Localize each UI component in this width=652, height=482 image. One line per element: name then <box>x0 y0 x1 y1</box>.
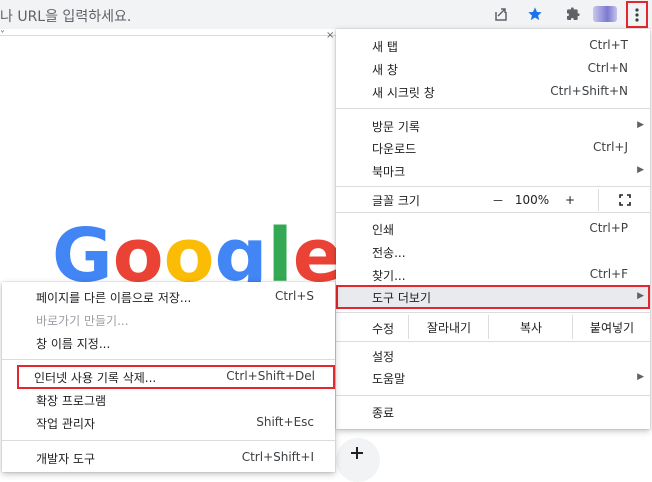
menu-divider <box>336 212 650 213</box>
edit-row: 수정 잘라내기 복사 붙여넣기 <box>336 315 650 339</box>
share-icon[interactable] <box>491 4 511 24</box>
chevron-right-icon: ▶ <box>637 372 644 382</box>
paste-button[interactable]: 붙여넣기 <box>572 315 651 339</box>
menu-item-new-window[interactable]: 새 창 Ctrl+N <box>336 58 650 80</box>
fullscreen-icon[interactable] <box>598 189 651 211</box>
menu-item-bookmarks[interactable]: 북마크 ▶ <box>336 160 650 182</box>
more-vert-icon[interactable] <box>626 1 648 28</box>
menu-item-downloads[interactable]: 다운로드 Ctrl+J <box>336 137 650 159</box>
chevron-right-icon: ▶ <box>637 120 644 130</box>
chevron-down-icon: ˅ <box>0 30 5 41</box>
menu-divider <box>336 186 650 187</box>
copy-button[interactable]: 복사 <box>488 315 573 339</box>
zoom-in-button[interactable]: + <box>552 189 588 211</box>
chevron-right-icon: ▶ <box>637 165 644 175</box>
menu-item-new-incognito[interactable]: 새 시크릿 창 Ctrl+Shift+N <box>336 81 650 103</box>
submenu-item-name-window[interactable]: 창 이름 지정... <box>2 332 335 354</box>
address-bar[interactable]: 나 URL을 입력하세요. <box>0 6 131 26</box>
submenu-item-save-page[interactable]: 페이지를 다른 이름으로 저장... Ctrl+S <box>2 286 335 308</box>
menu-item-find[interactable]: 찾기... Ctrl+F <box>336 264 650 286</box>
menu-item-more-tools[interactable]: 도구 더보기 ▶ <box>336 285 650 309</box>
submenu-item-extensions[interactable]: 확장 프로그램 <box>2 389 335 411</box>
menu-item-exit[interactable]: 종료 <box>336 401 650 423</box>
submenu-item-create-shortcut[interactable]: 바로가기 만들기... <box>2 309 335 331</box>
menu-divider <box>336 312 650 313</box>
menu-item-print[interactable]: 인쇄 Ctrl+P <box>336 218 650 240</box>
cut-button[interactable]: 잘라내기 <box>408 315 489 339</box>
menu-divider <box>336 395 650 396</box>
zoom-level: 100% <box>514 193 550 207</box>
submenu-item-dev-tools[interactable]: 개발자 도구 Ctrl+Shift+I <box>2 447 335 469</box>
menu-item-history[interactable]: 방문 기록 ▶ <box>336 115 650 137</box>
menu-item-new-tab[interactable]: 새 탭 Ctrl+T <box>336 35 650 57</box>
menu-divider <box>2 440 335 441</box>
close-icon: × <box>326 30 335 41</box>
menu-item-help[interactable]: 도움말 ▶ <box>336 367 650 389</box>
menu-divider <box>2 359 335 360</box>
extensions-icon[interactable] <box>563 4 583 24</box>
submenu-item-clear-browsing-data[interactable]: 인터넷 사용 기록 삭제... Ctrl+Shift+Del <box>17 365 335 389</box>
plus-icon <box>351 447 363 459</box>
menu-item-settings[interactable]: 설정 <box>336 345 650 367</box>
divider <box>0 35 336 36</box>
chrome-main-menu: 새 탭 Ctrl+T 새 창 Ctrl+N 새 시크릿 창 Ctrl+Shift… <box>336 29 650 429</box>
more-tools-submenu: 페이지를 다른 이름으로 저장... Ctrl+S 바로가기 만들기... 창 … <box>2 282 335 472</box>
google-logo: Google <box>52 219 342 289</box>
zoom-row: 글꼴 크기 － 100% + <box>336 189 650 211</box>
browser-toolbar: 나 URL을 입력하세요. <box>0 0 652 29</box>
menu-divider <box>336 108 650 109</box>
profile-avatar[interactable] <box>593 6 617 22</box>
menu-divider <box>336 341 650 342</box>
menu-item-cast[interactable]: 전송... <box>336 241 650 263</box>
svg-text:Google: Google <box>52 219 342 289</box>
bookmark-star-icon[interactable] <box>525 4 545 24</box>
add-shortcut-button[interactable] <box>336 438 380 482</box>
chevron-right-icon: ▶ <box>637 291 644 301</box>
submenu-item-task-manager[interactable]: 작업 관리자 Shift+Esc <box>2 412 335 434</box>
